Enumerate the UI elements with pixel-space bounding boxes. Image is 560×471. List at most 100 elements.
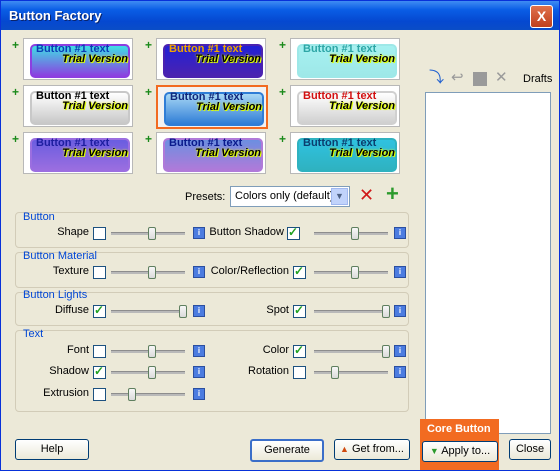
add-thumbnail-icon[interactable]: + (12, 39, 20, 51)
thumbnail-watermark: Trial Version (195, 147, 262, 159)
slider-track (314, 350, 388, 353)
shape-label: Shape (57, 226, 89, 238)
add-thumbnail-icon[interactable]: + (279, 133, 287, 145)
info-icon[interactable]: i (394, 345, 406, 357)
button-thumbnail[interactable]: Button #1 text Trial Version (156, 132, 266, 174)
dialog-content: + Button #1 text Trial Version + Button #1 t… (1, 30, 559, 470)
slider-thumb[interactable] (148, 227, 156, 240)
slider-track (314, 371, 388, 374)
font-checkbox[interactable] (93, 345, 106, 358)
slider-thumb[interactable] (351, 266, 359, 279)
font-slider[interactable] (111, 345, 185, 358)
add-thumbnail-icon[interactable]: + (145, 86, 153, 98)
button-thumbnail[interactable]: Button #1 text Trial Version (156, 38, 266, 80)
slider-thumb[interactable] (148, 366, 156, 379)
window-title: Button Factory (9, 8, 102, 23)
download-arrow-icon[interactable]: ⤵ (429, 70, 444, 86)
undo-icon[interactable]: ↩ (451, 70, 464, 86)
button-thumbnail[interactable]: Button #1 text Trial Version (23, 132, 133, 174)
delete-preset-icon[interactable]: ✕ (359, 186, 374, 204)
texture-slider[interactable] (111, 266, 185, 279)
stop-icon[interactable] (473, 72, 487, 86)
chevron-down-icon[interactable]: ▼ (331, 188, 348, 205)
slider-thumb[interactable] (179, 305, 187, 318)
slider-track (111, 393, 185, 396)
info-icon[interactable]: i (193, 227, 205, 239)
slider-track (314, 310, 388, 313)
font-label: Font (66, 344, 89, 356)
material-section-title: Button Material (23, 250, 97, 262)
info-icon[interactable]: i (394, 305, 406, 317)
presets-dropdown[interactable]: Colors only (default) ▼ (230, 186, 350, 207)
presets-value: Colors only (default) (235, 190, 334, 202)
add-thumbnail-icon[interactable]: + (12, 133, 20, 145)
get-from-label: Get from... (352, 443, 404, 455)
close-window-button[interactable]: X (530, 5, 553, 28)
spot-slider[interactable] (314, 305, 390, 318)
color-checkbox[interactable] (293, 343, 306, 358)
shape-checkbox[interactable] (93, 227, 106, 240)
clear-icon[interactable]: ✕ (495, 70, 508, 86)
add-preset-icon[interactable]: + (386, 183, 399, 205)
button-thumbnail[interactable]: Button #1 text Trial Version (23, 85, 133, 127)
info-icon[interactable]: i (394, 366, 406, 378)
info-icon[interactable]: i (193, 366, 205, 378)
shadow-checkbox[interactable] (93, 364, 106, 379)
add-thumbnail-icon[interactable]: + (145, 133, 153, 145)
triangle-down-icon: ▼ (429, 446, 439, 456)
slider-thumb[interactable] (331, 366, 339, 379)
info-icon[interactable]: i (193, 305, 205, 317)
slider-thumb[interactable] (382, 345, 390, 358)
diffuse-checkbox[interactable] (93, 303, 106, 318)
color-reflection-checkbox[interactable] (293, 264, 306, 279)
add-thumbnail-icon[interactable]: + (279, 86, 287, 98)
info-icon[interactable]: i (193, 388, 205, 400)
button-thumbnail[interactable]: Button #1 text Trial Version (290, 38, 400, 80)
button-thumbnail[interactable]: Button #1 text Trial Version (23, 38, 133, 80)
info-icon[interactable]: i (394, 227, 406, 239)
generate-button[interactable]: Generate (250, 439, 324, 462)
info-icon[interactable]: i (394, 266, 406, 278)
close-button[interactable]: Close (509, 439, 551, 460)
button-thumbnail[interactable]: Button #1 text Trial Version (156, 85, 268, 129)
extrusion-label: Extrusion (43, 387, 89, 399)
lights-section-title: Button Lights (23, 289, 88, 301)
extrusion-checkbox[interactable] (93, 388, 106, 401)
slider-thumb[interactable] (128, 388, 136, 401)
info-icon[interactable]: i (193, 266, 205, 278)
add-thumbnail-icon[interactable]: + (12, 86, 20, 98)
slider-thumb[interactable] (382, 305, 390, 318)
slider-thumb[interactable] (148, 345, 156, 358)
shadow-slider[interactable] (111, 366, 185, 379)
rotation-checkbox[interactable] (293, 366, 306, 379)
get-from-button[interactable]: ▲ Get from... (334, 439, 410, 460)
color-reflection-slider[interactable] (314, 266, 388, 279)
thumbnail-watermark: Trial Version (62, 100, 129, 112)
apply-to-button[interactable]: ▼ Apply to... (422, 441, 498, 462)
help-button[interactable]: Help (15, 439, 89, 460)
spot-checkbox[interactable] (293, 303, 306, 318)
add-thumbnail-icon[interactable]: + (279, 39, 287, 51)
button-shadow-checkbox[interactable] (287, 225, 300, 240)
button-thumbnail[interactable]: Button #1 text Trial Version (290, 132, 400, 174)
color-reflection-label: Color/Reflection (210, 265, 289, 277)
drafts-list[interactable] (425, 92, 551, 434)
slider-thumb[interactable] (148, 266, 156, 279)
title-bar[interactable]: Button Factory X (1, 1, 559, 30)
texture-checkbox[interactable] (93, 266, 106, 279)
slider-thumb[interactable] (351, 227, 359, 240)
rotation-slider[interactable] (314, 366, 388, 379)
shape-slider[interactable] (111, 227, 185, 240)
diffuse-slider[interactable] (111, 305, 187, 318)
button-thumbnail[interactable]: Button #1 text Trial Version (290, 85, 400, 127)
extrusion-slider[interactable] (111, 388, 185, 401)
button-shadow-slider[interactable] (314, 227, 388, 240)
add-thumbnail-icon[interactable]: + (145, 39, 153, 51)
info-icon[interactable]: i (193, 345, 205, 357)
presets-label: Presets: (185, 191, 226, 203)
shadow-label: Shadow (49, 365, 89, 377)
color-slider[interactable] (314, 345, 390, 358)
rotation-label: Rotation (248, 365, 289, 377)
triangle-up-icon: ▲ (340, 444, 349, 454)
texture-label: Texture (52, 265, 89, 277)
